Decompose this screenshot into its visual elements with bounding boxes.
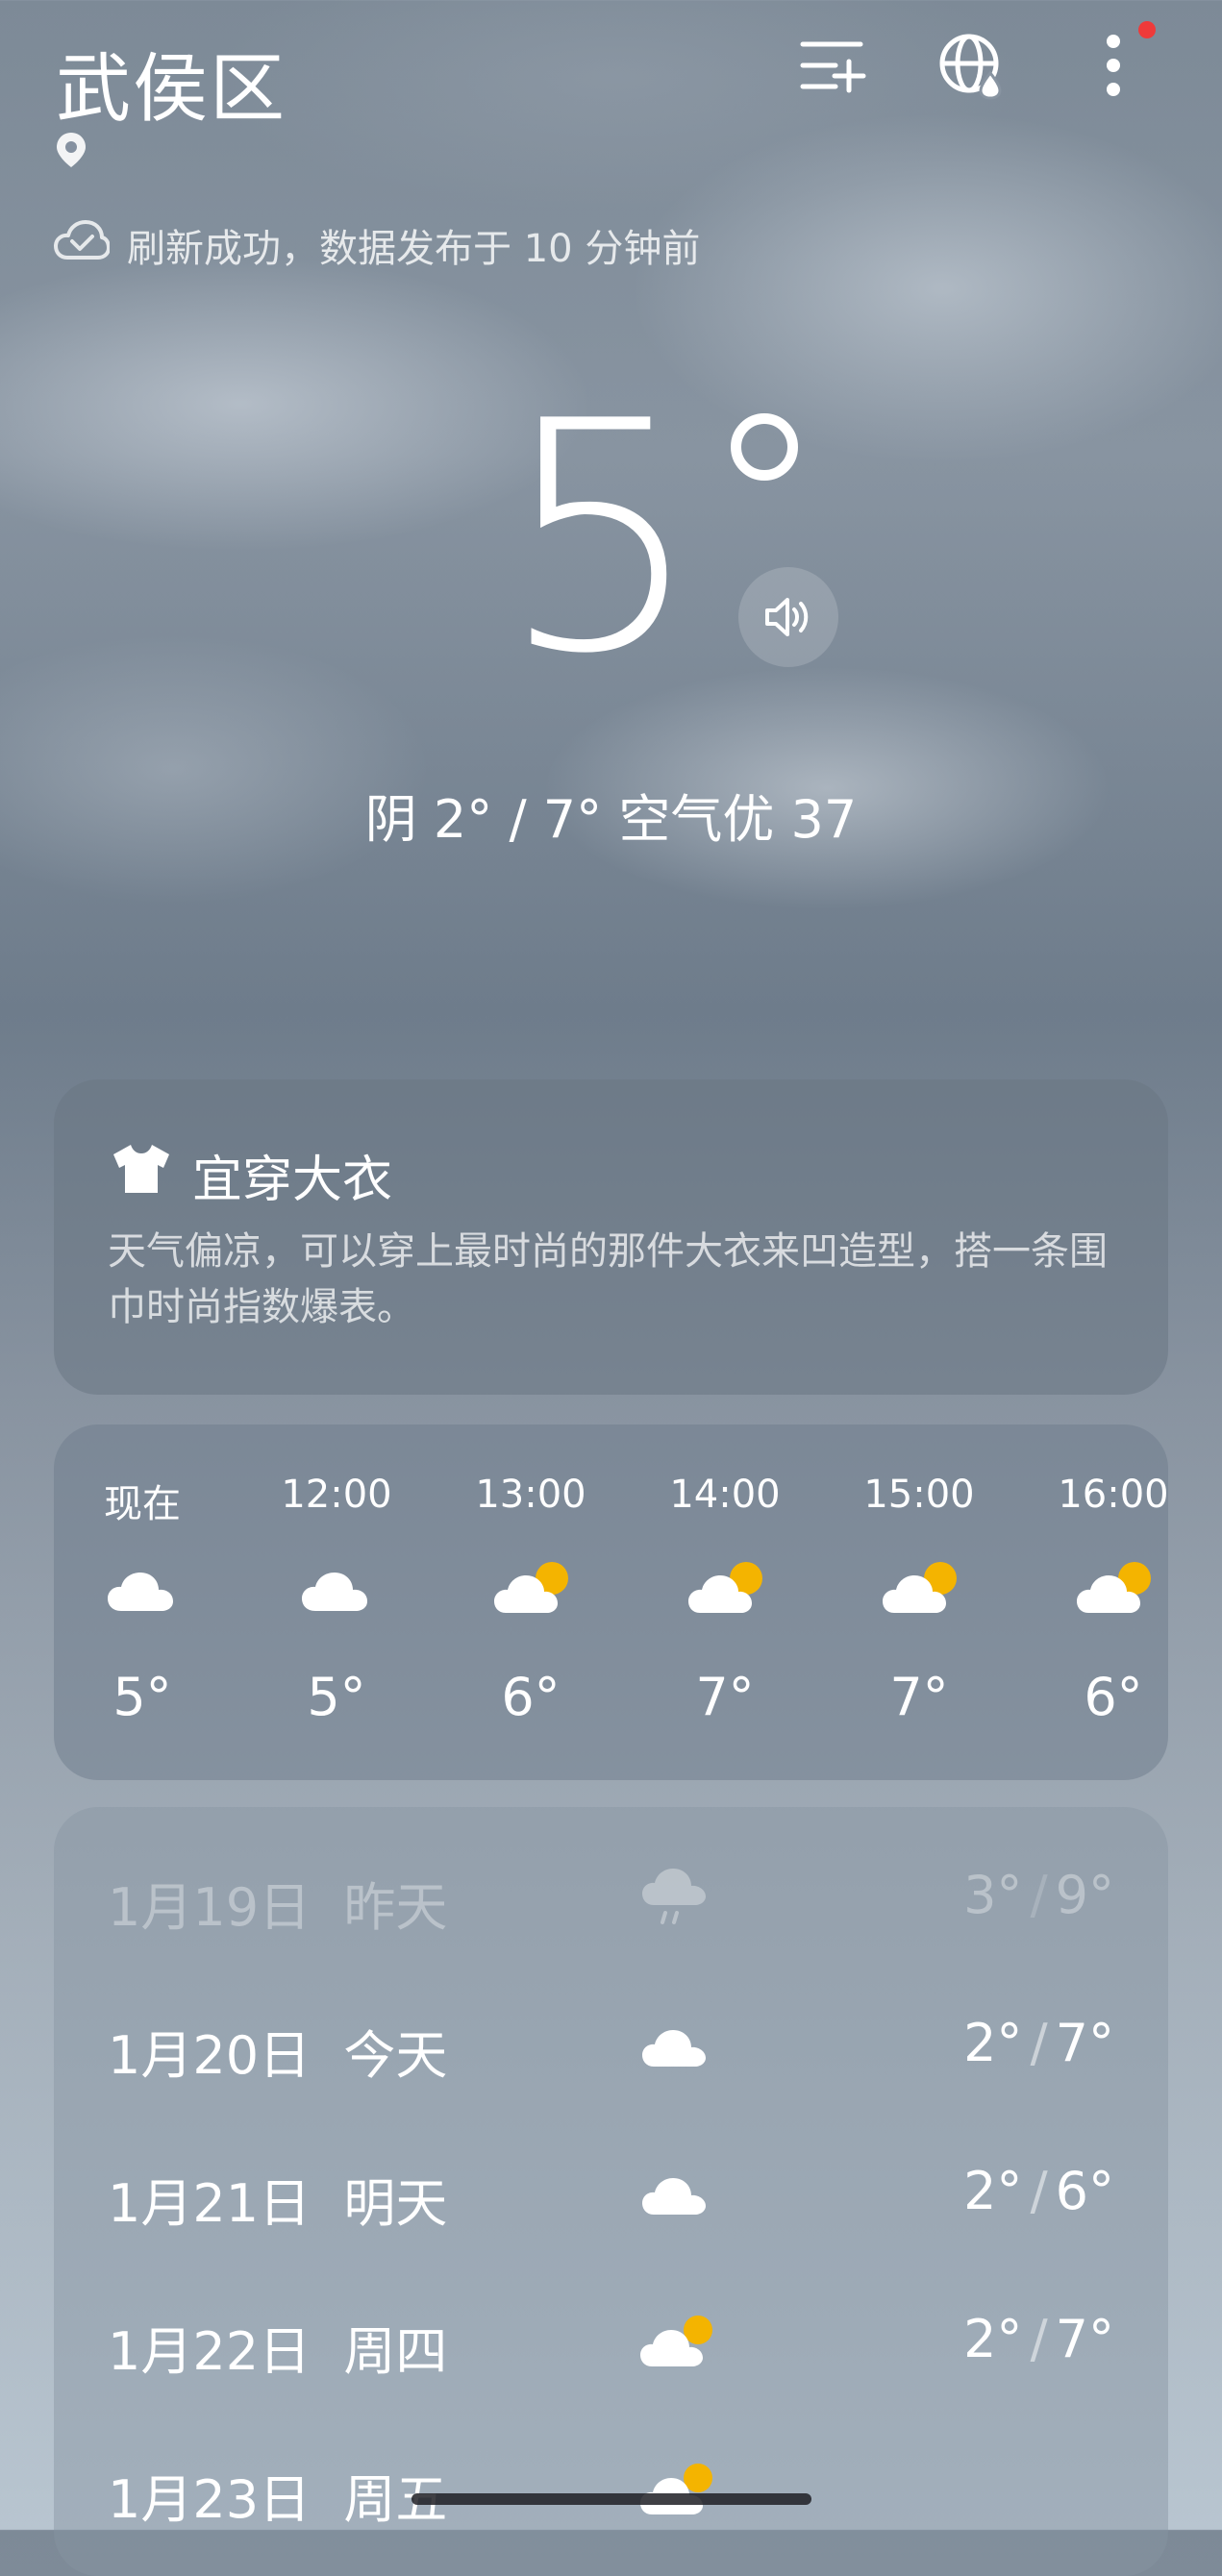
hour-time: 15:00 [863, 1473, 975, 1517]
daily-row-yesterday[interactable]: 1月19日 昨天 3°/9° [54, 1836, 1168, 1951]
day-date: 1月22日 周四 [108, 2321, 448, 2382]
day-date: 1月23日 周五 [108, 2469, 448, 2530]
hour-time: 16:00 [1058, 1473, 1168, 1517]
cloudy-icon [638, 2159, 715, 2226]
day-temperature-range: 2°/7° [963, 2013, 1114, 2073]
day-temperature-range: 3°/9° [963, 1865, 1114, 1925]
hour-temperature: 6° [1084, 1667, 1143, 1727]
home-indicator-bar[interactable] [411, 2493, 811, 2505]
daily-row-tomorrow[interactable]: 1月21日 明天 2°/6° [54, 2132, 1168, 2247]
daily-row-friday[interactable]: 1月23日 周五 [54, 2428, 1168, 2543]
clothing-title: 宜穿大衣 [192, 1152, 393, 1209]
day-temperature-range: 2°/6° [963, 2161, 1114, 2221]
degree-symbol [731, 413, 798, 481]
day-date: 1月20日 今天 [108, 2025, 448, 2086]
cloudy-icon [298, 1557, 379, 1619]
clothing-description: 天气偏凉，可以穿上最时尚的那件大衣来凹造型，搭一条围巾时尚指数爆表。 [108, 1229, 1108, 1329]
refresh-status-text: 刷新成功，数据发布于 10 分钟前 [127, 227, 701, 271]
notification-dot [1138, 21, 1156, 38]
cloudy-icon [638, 2011, 715, 2078]
refresh-status: 刷新成功，数据发布于 10 分钟前 [54, 217, 700, 273]
cloudy-icon [104, 1557, 185, 1619]
hour-time: 现在 [104, 1482, 181, 1526]
globe-weather-icon[interactable] [935, 29, 1008, 102]
hour-temperature: 5° [307, 1667, 366, 1727]
clothing-advice-card[interactable]: 宜穿大衣 天气偏凉，可以穿上最时尚的那件大衣来凹造型，搭一条围巾时尚指数爆表。 [54, 1079, 1168, 1395]
hour-time: 14:00 [669, 1473, 781, 1517]
hour-temperature: 7° [695, 1667, 755, 1727]
hour-time: 12:00 [281, 1473, 392, 1517]
weather-summary: 阴 2° / 7° 空气优 37 [364, 789, 858, 850]
cloud-check-icon [54, 219, 111, 271]
partly-cloudy-icon [1075, 1557, 1156, 1619]
light-rain-icon [638, 1863, 715, 1930]
hour-temperature: 6° [501, 1667, 561, 1727]
current-temperature: 5 [500, 354, 702, 723]
hour-temperature: 5° [112, 1667, 172, 1727]
hour-temperature: 7° [889, 1667, 949, 1727]
day-temperature-range: 2°/7° [963, 2309, 1114, 2369]
partly-cloudy-icon [638, 2455, 715, 2522]
hourly-forecast-card[interactable]: 现在 5° 12:00 5° 13:00 6° 14:00 7° 15:00 7… [54, 1424, 1168, 1780]
clothing-title-row: 宜穿大衣 [110, 1139, 392, 1211]
partly-cloudy-icon [686, 1557, 767, 1619]
speaker-icon[interactable] [738, 567, 838, 667]
daily-row-today[interactable]: 1月20日 今天 2°/7° [54, 1984, 1168, 2099]
partly-cloudy-icon [881, 1557, 961, 1619]
shirt-icon [110, 1143, 173, 1207]
day-date: 1月21日 明天 [108, 2173, 448, 2234]
hour-time: 13:00 [475, 1473, 586, 1517]
location-pin-icon [54, 131, 88, 169]
partly-cloudy-icon [492, 1557, 573, 1619]
daily-row-thursday[interactable]: 1月22日 周四 2°/7° [54, 2280, 1168, 2395]
city-list-add-icon[interactable] [796, 29, 869, 102]
city-name[interactable]: 武侯区 [56, 29, 287, 136]
partly-cloudy-icon [638, 2307, 715, 2374]
more-menu-icon[interactable] [1077, 29, 1150, 102]
day-date: 1月19日 昨天 [108, 1877, 448, 1938]
daily-forecast-card[interactable]: 1月19日 昨天 3°/9° 1月20日 今天 2°/7° 1月21日 明天 2… [54, 1807, 1168, 2576]
